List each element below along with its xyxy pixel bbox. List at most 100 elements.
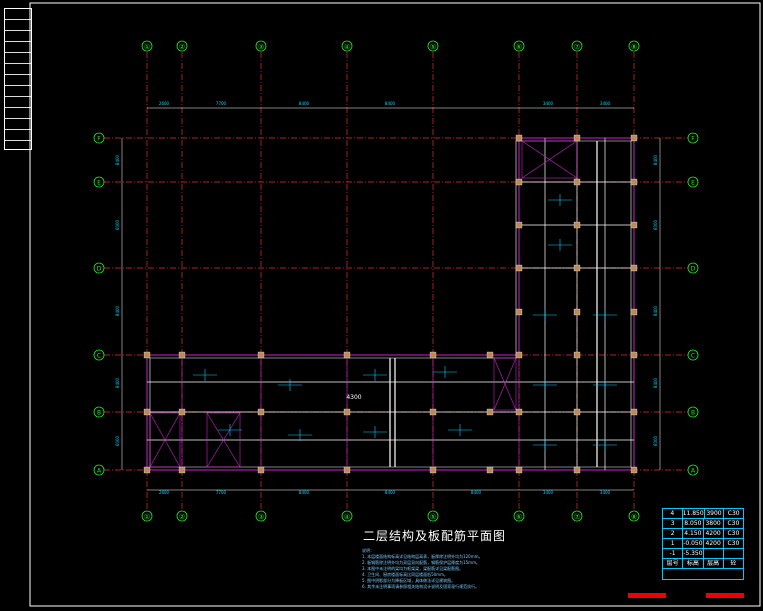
axis-label: ① <box>144 43 150 51</box>
column <box>178 408 186 416</box>
dimension-text: 6000 <box>653 219 658 230</box>
column <box>486 466 494 474</box>
column <box>630 408 638 416</box>
dimension-text: 8400 <box>471 490 482 495</box>
column <box>573 351 581 359</box>
axis-grid <box>104 52 688 510</box>
axis-label: ⑥ <box>516 513 522 521</box>
building-outline <box>143 134 638 474</box>
column <box>429 408 437 416</box>
level-row: 3 8.050 3800 C30 <box>663 519 743 529</box>
dimension-text: 8400 <box>115 377 120 388</box>
slab-label: 4300 <box>346 394 361 401</box>
axis-label: F <box>691 136 695 143</box>
axis-label: C <box>97 353 101 360</box>
dimension-text: 8400 <box>115 305 120 316</box>
column <box>429 351 437 359</box>
column <box>573 408 581 416</box>
dimension-text: 7700 <box>216 490 227 495</box>
dimension-text: 8400 <box>385 101 396 106</box>
axis-label: E <box>691 180 695 187</box>
level-row: 层号 标高 层高砼 <box>663 559 743 569</box>
approval-stamp <box>706 593 744 598</box>
column <box>573 178 581 186</box>
axis-label: ③ <box>258 43 264 51</box>
column <box>515 308 523 316</box>
dimension-text: 6000 <box>115 219 120 230</box>
axis-labels: ① ① ② ② ③ ③ ④ ④ ⑤ ⑤ ⑥ ⑥ ⑦ ⑦ ⑧ ⑧ A A B B C C D D E E F F 2600 7700 8400… <box>93 40 699 522</box>
dimension-text: 8400 <box>115 154 120 165</box>
axis-label: ④ <box>344 513 350 521</box>
level-row: -1 -5.350 <box>663 549 743 559</box>
dimension-text: 3400 <box>543 490 554 495</box>
column <box>257 351 265 359</box>
column <box>515 408 523 416</box>
axis-label: ⑦ <box>574 513 580 521</box>
column <box>343 466 351 474</box>
column <box>143 351 151 359</box>
column <box>630 221 638 229</box>
axis-label: B <box>691 410 695 417</box>
column <box>178 351 186 359</box>
column <box>515 221 523 229</box>
dimension-text: 3400 <box>543 101 554 106</box>
axis-label: E <box>97 180 101 187</box>
dimension-text: 3400 <box>600 101 611 106</box>
dimension-text: 6000 <box>115 435 120 446</box>
axis-label: ② <box>179 513 185 521</box>
axis-label: A <box>97 468 102 475</box>
drawing-border <box>29 2 761 607</box>
dimension-text: 7700 <box>216 101 227 106</box>
dimension-text: 8400 <box>299 490 310 495</box>
level-row: 2 4.150 4200 C30 <box>663 529 743 539</box>
dimension-text: 3400 <box>600 490 611 495</box>
axis-label: ① <box>144 513 150 521</box>
column <box>143 408 151 416</box>
column <box>630 308 638 316</box>
dimension-text: 8400 <box>385 490 396 495</box>
column <box>429 466 437 474</box>
approval-stamp <box>628 593 666 598</box>
column <box>343 408 351 416</box>
axis-label: ⑧ <box>631 513 637 521</box>
column <box>257 466 265 474</box>
dimension-text: 2600 <box>159 490 170 495</box>
axis-label: ⑤ <box>430 43 436 51</box>
cad-viewport[interactable]: ① ① ② ② ③ ③ ④ ④ ⑤ ⑤ ⑥ ⑥ ⑦ ⑦ ⑧ ⑧ A A B B C C D D E E F F 2600 7700 8400… <box>0 0 763 611</box>
note-line: 6. 其余未注明事项请参照相关结构设计说明及国家现行规范执行。 <box>362 584 480 589</box>
axis-label: ⑥ <box>516 43 522 51</box>
axis-label: A <box>691 468 696 475</box>
level-table: 4 11.850 3900 C30 3 8.050 3800 C30 2 4.150 4200 C… <box>662 508 744 580</box>
column <box>573 221 581 229</box>
axis-label: B <box>97 410 101 417</box>
column <box>630 134 638 142</box>
column <box>486 351 494 359</box>
axis-label: ⑤ <box>430 513 436 521</box>
column <box>486 408 494 416</box>
axis-label: ⑦ <box>574 43 580 51</box>
column <box>257 408 265 416</box>
column <box>630 178 638 186</box>
column <box>573 264 581 272</box>
column <box>515 351 523 359</box>
column <box>630 264 638 272</box>
column <box>515 178 523 186</box>
column <box>515 264 523 272</box>
column <box>343 351 351 359</box>
column <box>178 466 186 474</box>
axis-label: ⑧ <box>631 43 637 51</box>
dimension-text: 8400 <box>653 305 658 316</box>
drawing-title: 二层结构及板配筋平面图 <box>363 529 507 543</box>
level-row: 4 11.850 3900 C30 <box>663 509 743 519</box>
column <box>630 351 638 359</box>
dimension-text: 8400 <box>653 154 658 165</box>
dimension-text: 6000 <box>653 435 658 446</box>
structural-plan: ① ① ② ② ③ ③ ④ ④ ⑤ ⑤ ⑥ ⑥ ⑦ ⑦ ⑧ ⑧ A A B B C C D D E E F F 2600 7700 8400… <box>29 2 761 607</box>
axis-label: F <box>97 136 101 143</box>
dimension-text: 8400 <box>299 101 310 106</box>
column <box>143 466 151 474</box>
column <box>630 466 638 474</box>
dimension-text: 8400 <box>653 377 658 388</box>
dimension-text: 2600 <box>159 101 170 106</box>
axis-label: ④ <box>344 43 350 51</box>
